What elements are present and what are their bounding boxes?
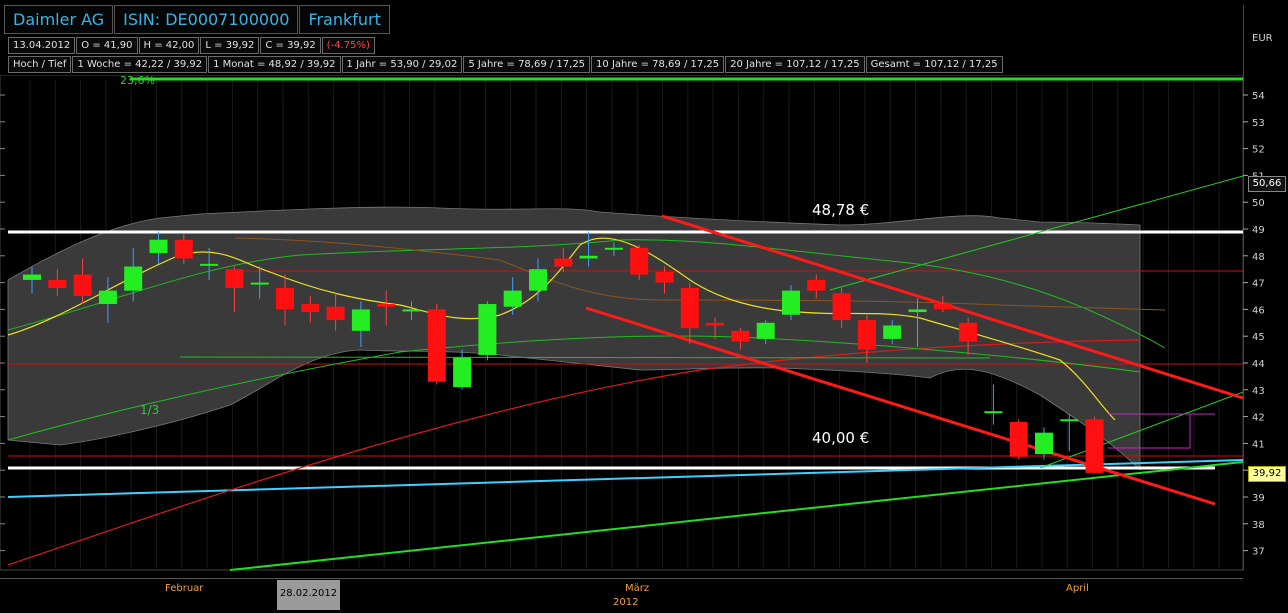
candle-body[interactable]	[124, 266, 143, 291]
y-tick-label: 47	[1252, 279, 1265, 290]
quote-low: L = 39,92	[200, 37, 260, 54]
y-tick-label: 53	[1252, 118, 1265, 129]
candle-body[interactable]	[984, 411, 1003, 414]
y-tick-label: 42	[1252, 413, 1265, 424]
y-tick-label: 46	[1252, 305, 1265, 316]
y-tick-label: 37	[1252, 547, 1265, 558]
candle-body[interactable]	[250, 282, 269, 285]
candle-body[interactable]	[630, 247, 649, 275]
candle-body[interactable]	[807, 279, 826, 291]
candle-body[interactable]	[933, 304, 952, 310]
quote-date: 13.04.2012	[8, 37, 76, 54]
range-cell: 5 Jahre = 78,69 / 17,25	[463, 56, 591, 73]
candle-body[interactable]	[149, 239, 168, 254]
range-row: Hoch / Tief 1 Woche = 42,22 / 39,92 1 Mo…	[8, 56, 1004, 73]
exchange-label[interactable]: Frankfurt	[299, 5, 390, 34]
y-tick-label: 48	[1252, 252, 1265, 263]
y-tick-label: 50	[1252, 198, 1265, 209]
range-cell: 10 Jahre = 78,69 / 17,25	[591, 56, 725, 73]
price-tag-last: 39,92	[1248, 466, 1286, 482]
range-cell: Gesamt = 107,12 / 17,25	[865, 56, 1003, 73]
quote-change: (-4.75%)	[321, 37, 375, 54]
y-tick-label: 38	[1252, 520, 1265, 531]
candle-body[interactable]	[959, 322, 978, 342]
range-cell: 1 Jahr = 53,90 / 29,02	[341, 56, 463, 73]
y-tick-label: 39	[1252, 493, 1265, 504]
candle-body[interactable]	[351, 309, 370, 331]
candle-body[interactable]	[1009, 421, 1028, 457]
y-tick-label: 49	[1252, 225, 1265, 236]
candle-body[interactable]	[225, 269, 244, 288]
candle-body[interactable]	[554, 258, 573, 267]
candle-body[interactable]	[73, 274, 92, 296]
candle-body[interactable]	[478, 304, 497, 355]
candle-body[interactable]	[23, 274, 41, 280]
candle-body[interactable]	[655, 271, 674, 283]
month-label-apr: April	[1066, 583, 1089, 594]
candle-body[interactable]	[503, 290, 522, 307]
candle-body[interactable]	[680, 287, 699, 329]
quote-open: O = 41,90	[76, 37, 138, 54]
candle-body[interactable]	[832, 293, 851, 321]
candle-body[interactable]	[326, 306, 345, 321]
candle-body[interactable]	[276, 287, 294, 310]
candle-body[interactable]	[301, 304, 320, 313]
range-cell: Hoch / Tief	[8, 56, 72, 73]
candle-body[interactable]	[377, 304, 396, 307]
candle-body[interactable]	[604, 247, 623, 250]
candle-body[interactable]	[908, 309, 927, 313]
month-label-mar: März	[625, 583, 650, 594]
fraction-label: 1/3	[140, 403, 159, 417]
y-tick-label: 54	[1252, 91, 1265, 102]
y-tick-label: 45	[1252, 332, 1265, 343]
y-tick-label: 44	[1252, 359, 1265, 370]
candle-body[interactable]	[98, 290, 117, 305]
fib-label: 23,6%	[120, 75, 155, 87]
quote-close: C = 39,92	[260, 37, 321, 54]
quote-row: 13.04.2012 O = 41,90 H = 42,00 L = 39,92…	[8, 37, 376, 54]
instrument-title[interactable]: Daimler AG	[4, 5, 114, 34]
candle-body[interactable]	[883, 325, 902, 339]
candle-body[interactable]	[1060, 419, 1079, 422]
candle-body[interactable]	[48, 279, 67, 288]
candle-body[interactable]	[453, 357, 472, 388]
candle-body[interactable]	[782, 290, 800, 315]
instrument-header: Daimler AG ISIN: DE0007100000 Frankfurt	[4, 5, 391, 34]
y-tick-label: 43	[1252, 386, 1265, 397]
candle-body[interactable]	[529, 269, 547, 291]
candle-body[interactable]	[756, 322, 775, 339]
candle-body[interactable]	[427, 309, 446, 382]
currency-label: EUR	[1252, 33, 1273, 44]
range-cell: 20 Jahre = 107,12 / 17,25	[725, 56, 865, 73]
y-tick-label: 52	[1252, 145, 1265, 156]
resistance-label: 48,78 €	[812, 201, 869, 219]
candle-body[interactable]	[1035, 432, 1053, 455]
month-label-feb: Februar	[165, 583, 204, 594]
isin-label[interactable]: ISIN: DE0007100000	[114, 5, 299, 34]
candle-body[interactable]	[174, 239, 193, 259]
y-tick-label: 41	[1252, 439, 1265, 450]
range-cell: 1 Woche = 42,22 / 39,92	[72, 56, 208, 73]
candle-body[interactable]	[200, 263, 219, 266]
price-chart[interactable]: 373839404142434445464748495051525354 48,…	[0, 75, 1288, 575]
candle-body[interactable]	[579, 255, 598, 259]
candle-body[interactable]	[402, 309, 421, 312]
selected-date-marker[interactable]: 28.02.2012	[277, 580, 340, 610]
candle-body[interactable]	[731, 330, 750, 342]
candle-body[interactable]	[857, 320, 876, 350]
candle-body[interactable]	[706, 322, 725, 326]
price-tag-upper: 50,66	[1248, 176, 1286, 192]
candle-body[interactable]	[1085, 419, 1104, 473]
quote-high: H = 42,00	[138, 37, 200, 54]
support-label: 40,00 €	[812, 429, 869, 447]
range-cell: 1 Monat = 48,92 / 39,92	[208, 56, 341, 73]
year-label: 2012	[613, 597, 639, 608]
